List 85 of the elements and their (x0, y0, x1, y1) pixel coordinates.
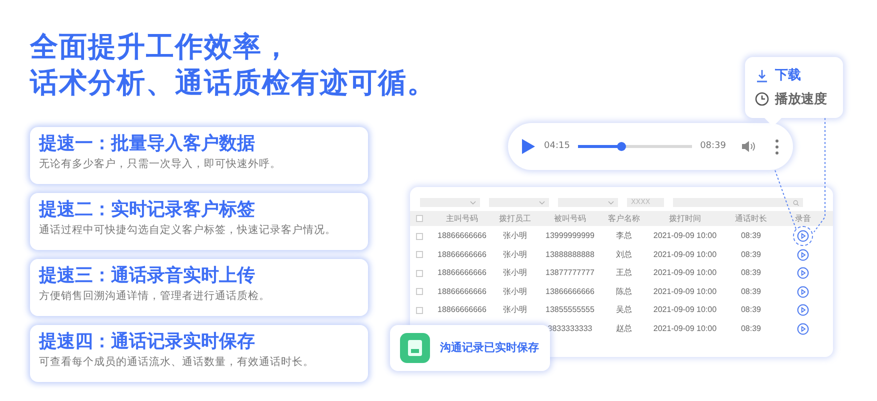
play-circle-icon[interactable] (797, 304, 809, 316)
feature-description: 方便销售回溯沟通详情，管理者进行通话质检。 (39, 289, 271, 304)
feature-description: 可查看每个成员的通话流水、通话数量，有效通话时长。 (39, 355, 315, 370)
table-cell-text: 18866666666 (436, 286, 488, 298)
table-cell-text: 张小明 (502, 286, 528, 298)
table-cell-text: 张小明 (502, 267, 528, 279)
table-cell-text: 08:39 (740, 267, 762, 279)
progress-track[interactable] (578, 145, 692, 148)
table-cell-text: 13877777777 (544, 267, 596, 279)
select-field[interactable] (420, 198, 480, 207)
table-cell-text: 08:39 (740, 230, 762, 242)
checkbox[interactable] (416, 288, 423, 295)
feature-title: 提速二：实时记录客户标签 (39, 198, 256, 222)
chevron-down-icon (608, 200, 614, 204)
headline: 全面提升工作效率， (30, 30, 292, 64)
play-circle-icon[interactable] (797, 286, 809, 298)
feature-description: 通话过程中可快捷勾选自定义客户标签，快速记录客户情况。 (39, 223, 337, 238)
headline: 话术分析、通话质检有迹可循。 (30, 66, 436, 100)
select-field[interactable] (558, 198, 618, 207)
table-cell-text: 13888888888 (544, 248, 596, 260)
column-header: 拨打时间 (668, 212, 702, 224)
download-icon (755, 68, 769, 83)
table-cell-text: 13866666666 (544, 286, 596, 298)
table-cell-text: 刘总 (615, 248, 633, 260)
progress-thumb[interactable] (617, 142, 626, 151)
checkbox[interactable] (416, 232, 423, 240)
more-icon[interactable] (775, 138, 779, 154)
menu-item[interactable]: 播放速度 (755, 90, 843, 109)
play-icon (522, 139, 535, 154)
table-cell-text: 2021-09-09 10:00 (652, 267, 718, 279)
table-cell-text: 18866666666 (436, 267, 488, 279)
play-circle-icon[interactable] (797, 230, 809, 242)
checkbox[interactable] (416, 215, 423, 222)
search-icon (793, 200, 799, 206)
column-header: 客户名称 (607, 212, 641, 224)
save-icon (400, 333, 430, 363)
elapsed-time: 04:15 (544, 140, 570, 153)
toast-message: 沟通记录已实时保存 (440, 340, 539, 356)
checkbox[interactable] (416, 251, 423, 258)
total-time: 08:39 (700, 140, 726, 153)
feature-title: 提速三：通话录音实时上传 (39, 264, 256, 288)
table-cell-text: 08:39 (740, 248, 762, 260)
table-cell-text: 2021-09-09 10:00 (652, 248, 718, 260)
table-cell-text: 18866666666 (436, 248, 488, 260)
table-cell-text: 3833333333 (546, 322, 594, 334)
play-circle-icon[interactable] (797, 248, 809, 260)
play-circle-icon[interactable] (797, 322, 809, 334)
table-cell-text: 李总 (615, 230, 633, 242)
table-cell-text: 08:39 (740, 286, 762, 298)
chevron-down-icon (470, 200, 476, 204)
menu-item[interactable]: 下载 (755, 66, 843, 86)
feature-title: 提速四：通话记录实时保存 (39, 330, 256, 354)
table-cell-text: 张小明 (502, 304, 528, 316)
table-cell-text: 13999999999 (544, 230, 596, 242)
clock-icon (755, 92, 769, 106)
table-cell-text: 08:39 (740, 322, 762, 334)
select-field[interactable] (489, 198, 549, 207)
column-header: 拨打员工 (498, 212, 532, 224)
column-header: 被叫号码 (553, 212, 587, 224)
feature-description: 无论有多少客户，只需一次导入，即可快速外呼。 (39, 157, 282, 172)
feature-title: 提速一：批量导入客户数据 (39, 132, 256, 156)
highlight-ring (793, 226, 813, 246)
column-header: 录音 (794, 212, 812, 224)
chevron-down-icon (539, 200, 545, 204)
table-cell-text: 赵总 (615, 322, 633, 334)
table-cell-text: 张小明 (502, 248, 528, 260)
speaker-icon[interactable] (742, 140, 757, 153)
table-cell-text: 2021-09-09 10:00 (652, 286, 718, 298)
table-cell-text: 18866666666 (436, 230, 488, 242)
table-cell-text: 2021-09-09 10:00 (652, 304, 718, 316)
table-cell-text: 2021-09-09 10:00 (652, 322, 718, 334)
table-cell-text: 王总 (615, 267, 633, 279)
table-cell-text: 张小明 (502, 230, 528, 242)
table-cell-text: 吴总 (615, 304, 633, 316)
table-cell-text: 13855555555 (544, 304, 596, 316)
table-cell-text: 18866666666 (436, 304, 488, 316)
table-cell-text: 陈总 (615, 286, 633, 298)
checkbox[interactable] (416, 306, 423, 314)
table-cell-text: 08:39 (740, 304, 762, 316)
checkbox[interactable] (416, 270, 423, 276)
search-field[interactable] (673, 198, 803, 207)
play-circle-icon[interactable] (797, 267, 809, 279)
column-header: 主叫号码 (445, 212, 479, 224)
column-header: 通话时长 (734, 212, 768, 224)
table-cell-text: 2021-09-09 10:00 (652, 230, 718, 242)
